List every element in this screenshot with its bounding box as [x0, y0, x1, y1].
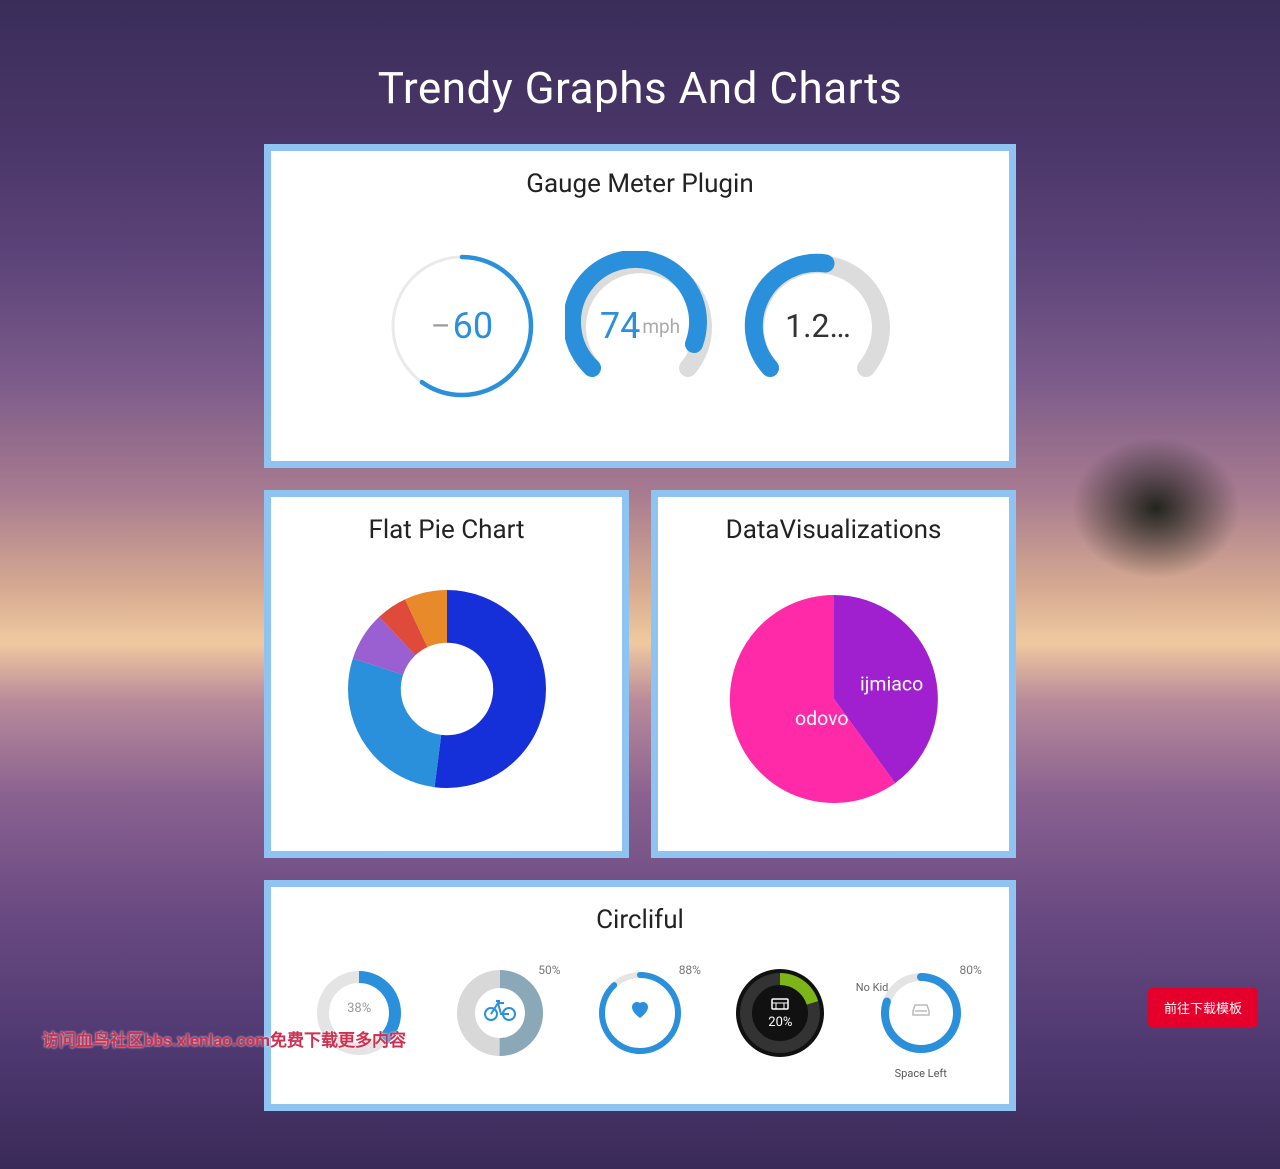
circ-5-toplabel: 80% — [959, 963, 981, 977]
gauge-meter-card: Gauge Meter Plugin – 60 74 — [264, 144, 1016, 468]
data-visualizations-card: DataVisualizations odovo ijmiaco — [651, 490, 1016, 858]
gauge-2-suffix: mph — [642, 315, 680, 338]
download-template-button[interactable]: 前往下载模板 — [1148, 988, 1258, 1027]
circ-3-toplabel: 88% — [679, 963, 701, 977]
gauge-2-value: 74 — [600, 305, 640, 347]
gauge-card-title: Gauge Meter Plugin — [283, 169, 997, 199]
gauge-3: 1.2… — [743, 251, 893, 401]
circliful-title: Circliful — [283, 905, 997, 935]
flat-pie-card: Flat Pie Chart — [264, 490, 629, 858]
circ-5-leftlabel: No Kid — [856, 981, 889, 994]
data-viz-title: DataVisualizations — [670, 515, 997, 545]
pie-label-ijmiaco: ijmiaco — [860, 672, 923, 695]
flat-pie-chart — [283, 569, 610, 807]
circ-item-2: 50% — [435, 963, 565, 1063]
page-title: Trendy Graphs And Charts — [0, 0, 1280, 144]
circ-item-3: 88% — [575, 963, 705, 1063]
gauge-row: – 60 74 mph 1. — [283, 223, 997, 437]
circ-1-center: 38% — [294, 1001, 424, 1016]
gauge-2: 74 mph — [565, 251, 715, 401]
data-viz-pie: odovo ijmiaco — [670, 569, 997, 827]
flat-pie-title: Flat Pie Chart — [283, 515, 610, 545]
circliful-card: Circliful 38% 50% 88% — [264, 880, 1016, 1111]
gauge-1-value: 60 — [453, 305, 493, 347]
circ-item-5: 80% No Kid Space Left — [856, 963, 986, 1080]
decorative-tree — [1000, 400, 1260, 760]
bike-icon — [435, 997, 565, 1025]
circliful-row: 38% 50% 88% — [283, 959, 997, 1080]
gauge-1: – 60 — [387, 251, 537, 401]
car-icon — [856, 999, 986, 1023]
gauge-1-prefix: – — [431, 309, 451, 344]
pie-label-odovo: odovo — [795, 707, 849, 730]
circ-5-caption: Space Left — [895, 1067, 947, 1080]
row-2: Flat Pie Chart DataVisualizations — [264, 490, 1016, 858]
heart-icon — [575, 997, 705, 1025]
circ-2-toplabel: 50% — [538, 963, 560, 977]
circ-item-4: 20% — [715, 963, 845, 1063]
content-area: Gauge Meter Plugin – 60 74 — [264, 144, 1016, 1111]
circ-4-center: 20% — [715, 1015, 845, 1030]
watermark-text: 访问血鸟社区bbs.xlenlao.com免费下载更多内容 — [42, 1026, 406, 1051]
gauge-3-value: 1.2… — [785, 307, 851, 345]
